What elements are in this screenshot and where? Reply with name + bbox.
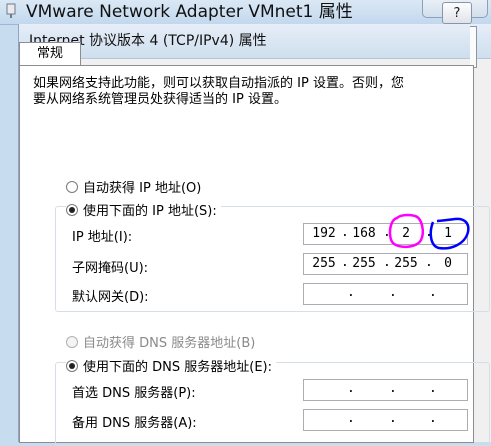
manual-ip-radio-row[interactable]: 使用下面的 IP 地址(S): bbox=[66, 200, 221, 219]
manual-dns-radio[interactable] bbox=[66, 359, 78, 372]
annotation-circle-octet3 bbox=[388, 213, 424, 249]
help-button[interactable]: ? bbox=[442, 2, 472, 24]
auto-dns-label: 自动获得 DNS 服务器地址(B) bbox=[83, 336, 256, 351]
mask-octet-3: 255 bbox=[394, 256, 418, 271]
alternate-dns-label: 备用 DNS 服务器(A): bbox=[72, 416, 197, 431]
annotation-overlay bbox=[388, 213, 470, 250]
ip-octet-1: 192 bbox=[312, 226, 336, 241]
manual-dns-radio-row[interactable]: 使用下面的 DNS 服务器地址(E): bbox=[66, 356, 276, 375]
mask-octet-1: 255 bbox=[312, 256, 336, 271]
auto-ip-radio-row[interactable]: 自动获得 IP 地址(O) bbox=[66, 177, 201, 196]
alternate-dns-dot: . bbox=[429, 411, 437, 426]
auto-dns-radio[interactable] bbox=[66, 335, 78, 348]
preferred-dns-dot: . bbox=[347, 381, 355, 396]
default-gateway-input[interactable]: . . . bbox=[303, 283, 468, 305]
gateway-dot: . bbox=[389, 285, 397, 300]
auto-dns-radio-row[interactable]: 自动获得 DNS 服务器地址(B) bbox=[66, 332, 255, 351]
dialog-titlebar: Internet 协议版本 4 (TCP/IPv4) 属性 bbox=[19, 24, 491, 59]
mask-octet-2: 255 bbox=[352, 256, 376, 271]
tab-general[interactable]: 常规 bbox=[19, 42, 81, 66]
description-line-2: 要从网络系统管理员处获得适当的 IP 设置。 bbox=[33, 92, 287, 107]
annotation-circle-octet4 bbox=[429, 217, 470, 250]
subnet-mask-input[interactable]: 255 . 255 . 255 . 0 bbox=[303, 253, 468, 275]
description-text: 如果网络支持此功能，则可以获取自动指派的 IP 设置。否则，您 要从网络系统管理… bbox=[33, 76, 491, 108]
ip-address-label: IP 地址(I): bbox=[72, 230, 133, 245]
preferred-dns-input[interactable]: . . . bbox=[303, 379, 468, 401]
network-adapter-icon bbox=[6, 3, 16, 18]
preferred-dns-dot: . bbox=[429, 381, 437, 396]
alternate-dns-input[interactable]: . . . bbox=[303, 409, 468, 431]
manual-ip-label: 使用下面的 IP 地址(S): bbox=[83, 204, 217, 219]
description-line-1: 如果网络支持此功能，则可以获取自动指派的 IP 设置。否则，您 bbox=[33, 76, 404, 91]
preferred-dns-dot: . bbox=[389, 381, 397, 396]
gateway-dot: . bbox=[347, 285, 355, 300]
ip-octet-2: 168 bbox=[352, 226, 376, 241]
auto-ip-label: 自动获得 IP 地址(O) bbox=[83, 181, 202, 196]
preferred-dns-label: 首选 DNS 服务器(P): bbox=[72, 386, 196, 401]
outer-window-title: VMware Network Adapter VMnet1 属性 bbox=[26, 2, 353, 22]
alternate-dns-dot: . bbox=[347, 411, 355, 426]
alternate-dns-dot: . bbox=[389, 411, 397, 426]
titlebar-button-edge bbox=[470, 26, 477, 68]
default-gateway-label: 默认网关(D): bbox=[72, 290, 149, 305]
manual-dns-label: 使用下面的 DNS 服务器地址(E): bbox=[83, 360, 272, 375]
mask-octet-4: 0 bbox=[444, 256, 452, 271]
subnet-mask-label: 子网掩码(U): bbox=[72, 261, 149, 276]
outer-window-titlebar: VMware Network Adapter VMnet1 属性 bbox=[0, 0, 491, 25]
manual-ip-radio[interactable] bbox=[66, 203, 78, 216]
auto-ip-radio[interactable] bbox=[66, 180, 78, 193]
gateway-dot: . bbox=[429, 285, 437, 300]
